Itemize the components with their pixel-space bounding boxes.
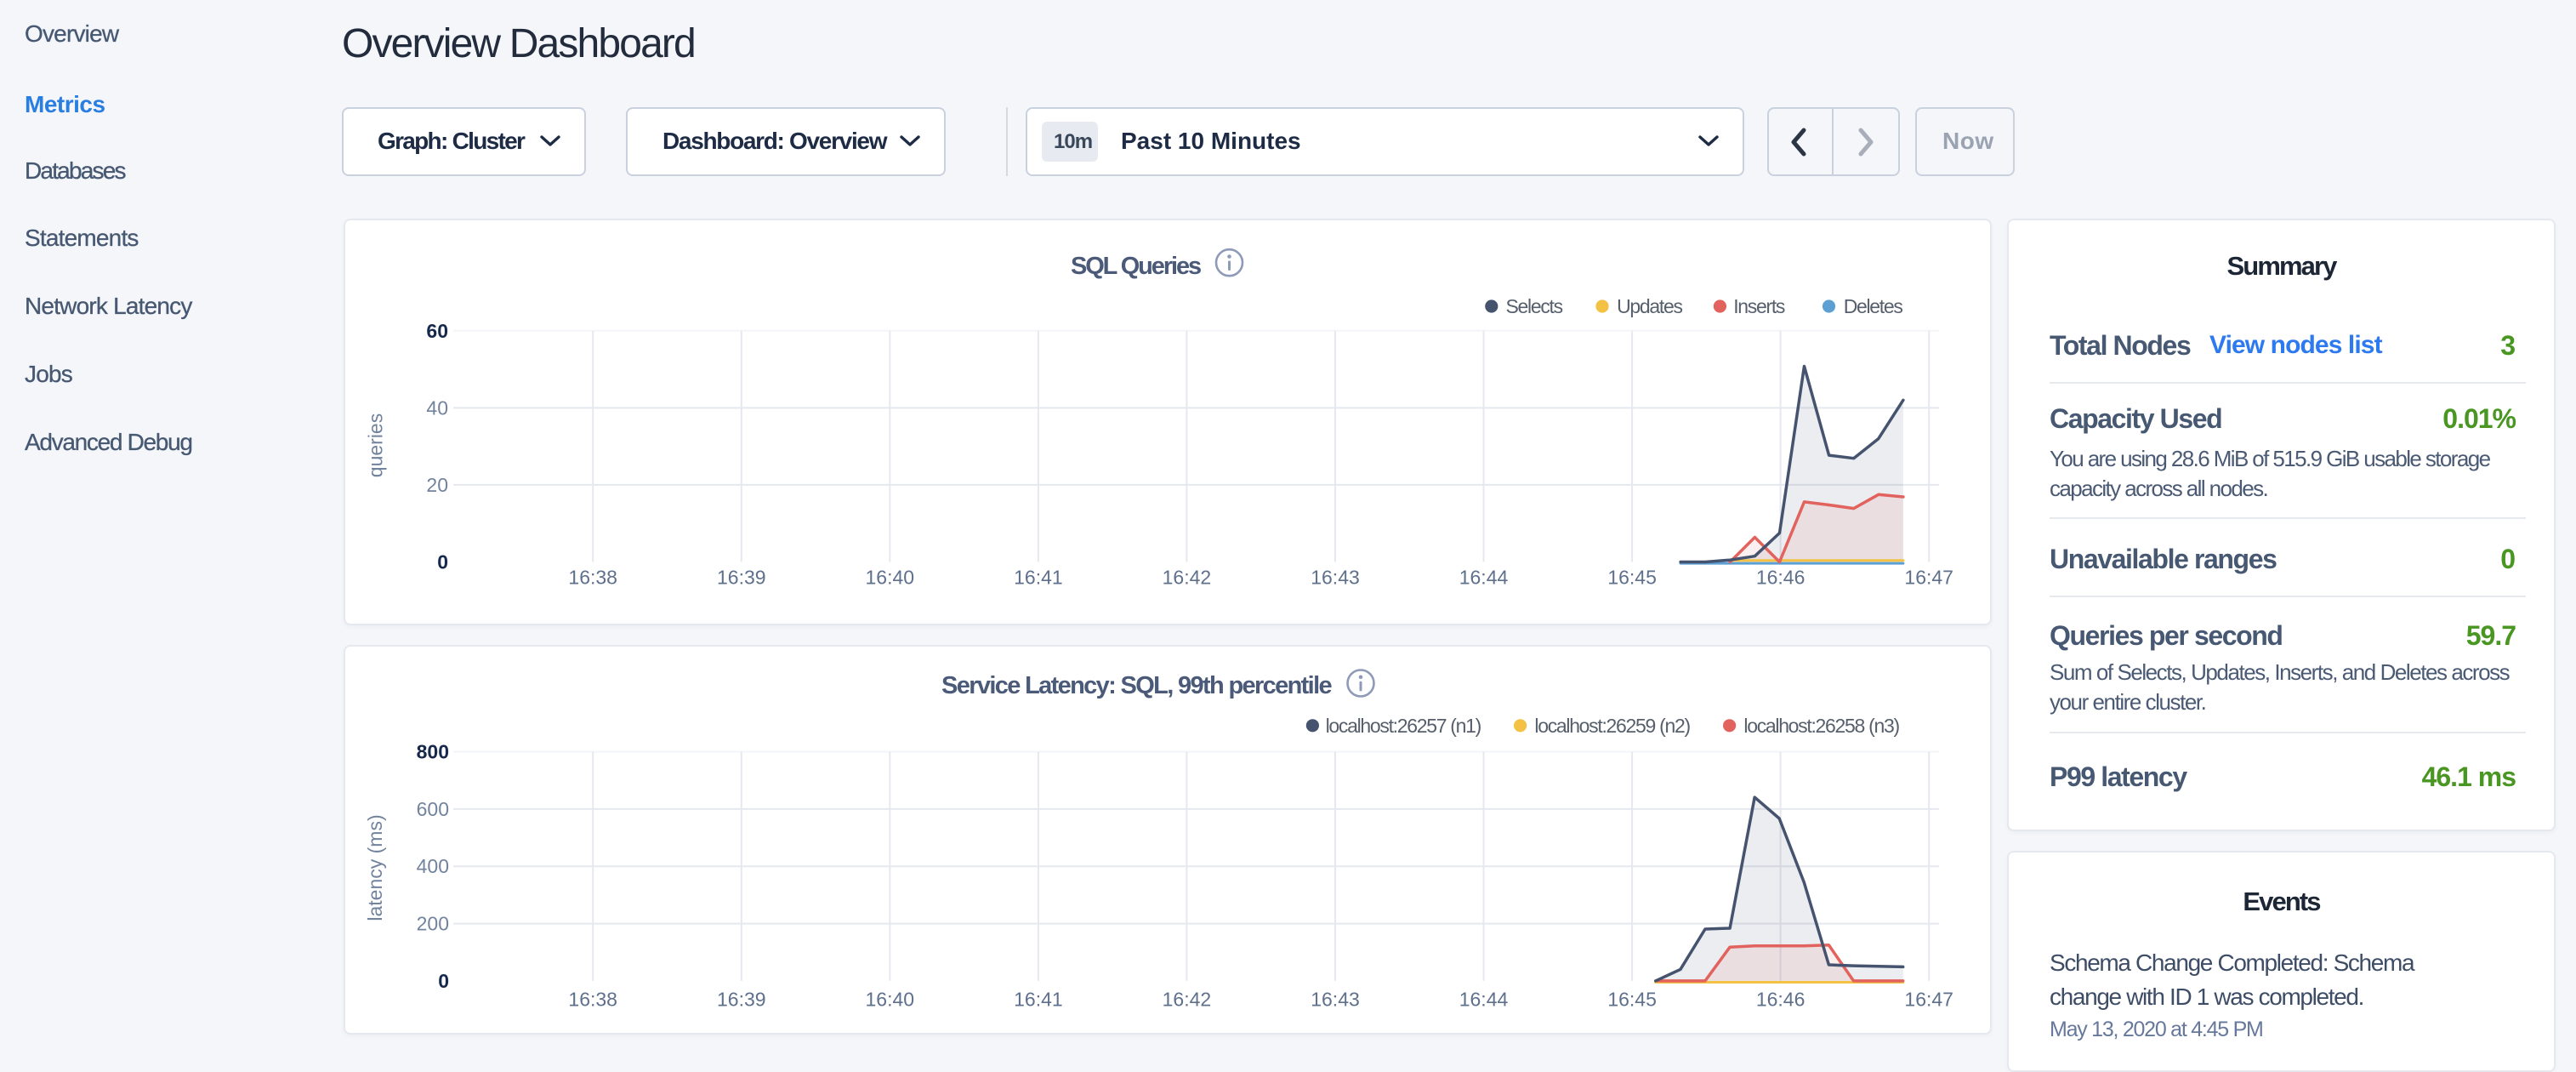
- svg-text:16:46: 16:46: [1756, 567, 1805, 589]
- svg-text:60: 60: [426, 320, 448, 342]
- svg-text:Service Latency: SQL, 99th per: Service Latency: SQL, 99th percentile: [941, 672, 1332, 699]
- svg-text:40: 40: [426, 396, 448, 419]
- svg-text:200: 200: [417, 913, 449, 935]
- svg-text:queries: queries: [365, 413, 387, 477]
- svg-text:16:41: 16:41: [1014, 989, 1063, 1011]
- svg-text:16:47: 16:47: [1904, 989, 1953, 1011]
- svg-text:16:45: 16:45: [1607, 567, 1657, 589]
- svg-text:0: 0: [438, 970, 449, 992]
- svg-text:16:42: 16:42: [1163, 567, 1212, 589]
- svg-text:localhost:26257 (n1): localhost:26257 (n1): [1326, 715, 1481, 737]
- svg-text:16:44: 16:44: [1459, 989, 1509, 1011]
- svg-text:localhost:26258 (n3): localhost:26258 (n3): [1743, 715, 1899, 737]
- svg-text:16:40: 16:40: [866, 567, 915, 589]
- svg-text:16:42: 16:42: [1163, 989, 1212, 1011]
- svg-text:16:43: 16:43: [1311, 989, 1360, 1011]
- svg-text:Selects: Selects: [1506, 295, 1563, 317]
- svg-text:16:46: 16:46: [1756, 989, 1805, 1011]
- svg-text:16:39: 16:39: [717, 567, 766, 589]
- svg-text:16:44: 16:44: [1459, 567, 1509, 589]
- svg-text:16:40: 16:40: [866, 989, 915, 1011]
- svg-text:localhost:26259 (n2): localhost:26259 (n2): [1534, 715, 1690, 737]
- svg-text:600: 600: [417, 798, 449, 820]
- svg-text:Deletes: Deletes: [1844, 295, 1903, 317]
- svg-text:Inserts: Inserts: [1733, 295, 1785, 317]
- svg-text:16:43: 16:43: [1311, 567, 1360, 589]
- svg-text:0: 0: [437, 551, 448, 573]
- svg-text:800: 800: [417, 741, 449, 763]
- svg-text:16:47: 16:47: [1904, 567, 1953, 589]
- svg-text:400: 400: [417, 855, 449, 877]
- svg-text:16:39: 16:39: [717, 989, 766, 1011]
- svg-text:latency (ms): latency (ms): [364, 814, 386, 921]
- svg-text:16:38: 16:38: [568, 989, 617, 1011]
- svg-text:20: 20: [426, 474, 448, 496]
- svg-text:Updates: Updates: [1617, 295, 1682, 317]
- svg-text:16:45: 16:45: [1607, 989, 1657, 1011]
- svg-text:16:41: 16:41: [1014, 567, 1063, 589]
- svg-text:16:38: 16:38: [568, 567, 617, 589]
- svg-text:SQL Queries: SQL Queries: [1071, 253, 1201, 280]
